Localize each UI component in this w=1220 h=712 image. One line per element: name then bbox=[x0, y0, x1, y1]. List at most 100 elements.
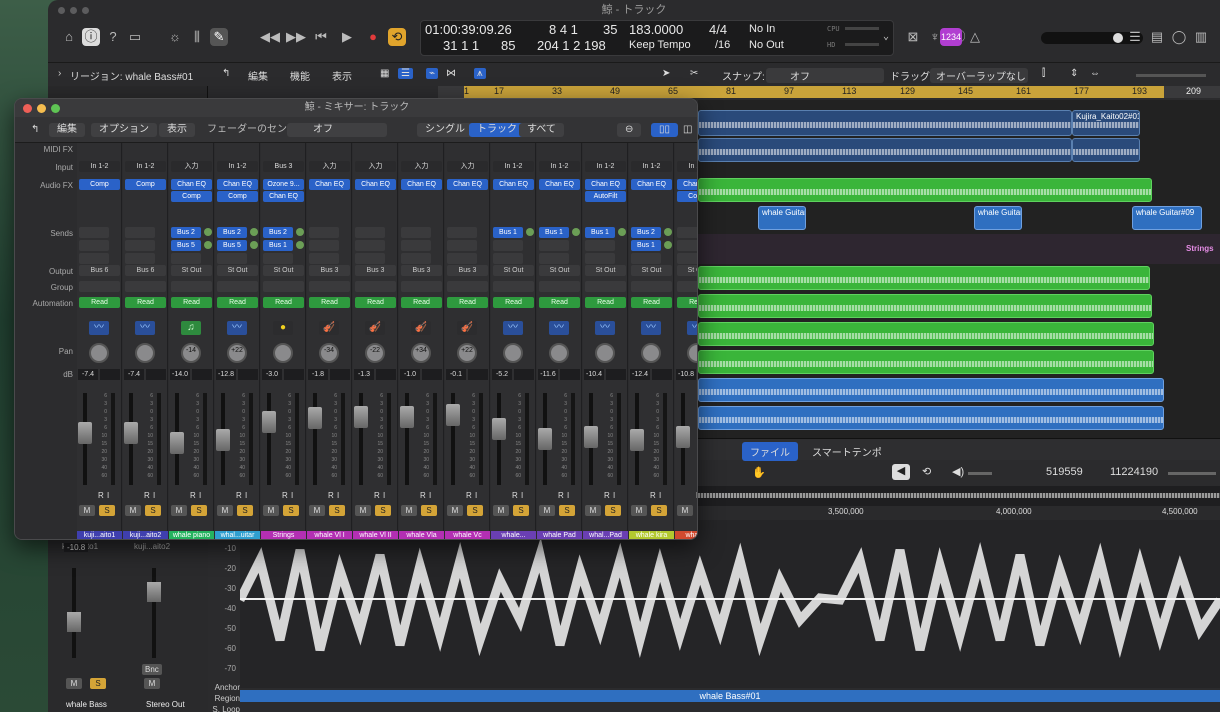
volume-fader[interactable] bbox=[170, 393, 184, 485]
audio-fx-slot[interactable]: Chan EQ bbox=[493, 179, 534, 190]
audio-fx-slot[interactable]: Chan EQ bbox=[631, 179, 672, 190]
pan-knob[interactable] bbox=[595, 343, 615, 363]
window-minimize-button[interactable] bbox=[37, 104, 46, 113]
automation-mode[interactable]: Read bbox=[401, 297, 442, 308]
volume-fader[interactable] bbox=[492, 393, 506, 485]
empty-send-slot[interactable] bbox=[309, 227, 339, 238]
mute-button[interactable]: M bbox=[677, 505, 693, 516]
volume-fader[interactable] bbox=[400, 393, 414, 485]
input-slot[interactable]: In 1-2 bbox=[631, 161, 672, 172]
volume-icon[interactable]: ◀) bbox=[952, 465, 964, 478]
smart-controls-icon[interactable]: ☼ bbox=[166, 28, 184, 46]
track-name[interactable]: whale... bbox=[491, 531, 536, 539]
volume-fader[interactable] bbox=[354, 393, 368, 485]
audio-fx-slot[interactable]: Chan EQ bbox=[263, 191, 304, 202]
pan-knob[interactable] bbox=[503, 343, 523, 363]
audio-fx-slot[interactable]: Comp bbox=[677, 191, 697, 202]
solo-button[interactable]: S bbox=[559, 505, 575, 516]
fader-cap[interactable] bbox=[400, 406, 414, 428]
toolbar-icon[interactable]: ▭ bbox=[126, 28, 144, 46]
input-slot[interactable]: 入力 bbox=[171, 161, 212, 172]
audio-region[interactable] bbox=[698, 406, 1164, 430]
peak-readout[interactable] bbox=[376, 369, 396, 380]
empty-send-slot[interactable] bbox=[447, 253, 477, 264]
volume-readout[interactable]: -0.1 bbox=[446, 369, 466, 380]
audio-fx-slot[interactable]: Comp bbox=[125, 179, 166, 190]
group-slot[interactable] bbox=[125, 281, 166, 292]
send-level-knob[interactable] bbox=[526, 228, 534, 236]
output-slot[interactable]: Bus 3 bbox=[309, 265, 350, 276]
audio-fx-slot[interactable]: Comp bbox=[79, 179, 120, 190]
forward-button[interactable]: ▶▶ bbox=[286, 28, 306, 46]
input-monitor-button[interactable]: I bbox=[659, 491, 661, 500]
input-slot[interactable]: 入力 bbox=[355, 161, 396, 172]
back-icon[interactable]: ↰ bbox=[222, 68, 230, 79]
solo-button[interactable]: S bbox=[697, 505, 698, 516]
peak-readout[interactable] bbox=[192, 369, 212, 380]
empty-send-slot[interactable] bbox=[217, 253, 247, 264]
track-name[interactable]: whale... bbox=[675, 531, 697, 539]
track-name[interactable]: whal...Pad bbox=[583, 531, 628, 539]
library-icon[interactable]: ⌂ bbox=[60, 28, 78, 46]
menu-edit[interactable]: 編集 bbox=[248, 68, 268, 83]
editors-icon[interactable]: ✎ bbox=[210, 28, 228, 46]
group-slot[interactable] bbox=[401, 281, 442, 292]
record-enable-button[interactable]: R bbox=[374, 491, 380, 500]
input-slot[interactable]: Bus 3 bbox=[263, 161, 304, 172]
fader-cap[interactable] bbox=[216, 429, 230, 451]
empty-send-slot[interactable] bbox=[309, 240, 339, 251]
volume-readout[interactable]: -10.4 bbox=[584, 369, 604, 380]
send-level-knob[interactable] bbox=[572, 228, 580, 236]
input-monitor-button[interactable]: I bbox=[107, 491, 109, 500]
bounce-button[interactable]: Bnc bbox=[142, 664, 162, 675]
pan-knob[interactable] bbox=[273, 343, 293, 363]
input-slot[interactable]: In 1-2 bbox=[79, 161, 120, 172]
audio-fx-slot[interactable]: Ozone 9... bbox=[263, 179, 304, 190]
fader-cap[interactable] bbox=[308, 407, 322, 429]
audio-region[interactable]: whale Guitar#09 bbox=[1132, 206, 1202, 230]
output-slot[interactable]: Bus 3 bbox=[355, 265, 396, 276]
chevron-right-icon[interactable]: › bbox=[58, 68, 61, 79]
mute-button[interactable]: M bbox=[631, 505, 647, 516]
empty-send-slot[interactable] bbox=[677, 253, 697, 264]
group-slot[interactable] bbox=[447, 281, 488, 292]
peak-readout[interactable] bbox=[514, 369, 534, 380]
list-editors-icon[interactable]: ⊠ bbox=[904, 28, 922, 46]
audio-region[interactable] bbox=[698, 266, 1150, 290]
empty-send-slot[interactable] bbox=[263, 253, 293, 264]
browser-icon[interactable]: ▥ bbox=[1192, 28, 1210, 46]
empty-send-slot[interactable] bbox=[79, 253, 109, 264]
list-icon[interactable]: ☰ bbox=[1126, 28, 1144, 46]
send-level-knob[interactable] bbox=[204, 228, 212, 236]
peak-readout[interactable] bbox=[146, 369, 166, 380]
volume-fader[interactable] bbox=[538, 393, 552, 485]
send-level-knob[interactable] bbox=[296, 228, 304, 236]
mute-button[interactable]: M bbox=[309, 505, 325, 516]
tracks-area[interactable]: Kujira_Kaito02#01 whale Guitar whale Gui… bbox=[698, 100, 1220, 438]
record-enable-button[interactable]: R bbox=[328, 491, 334, 500]
peak-readout[interactable] bbox=[652, 369, 672, 380]
empty-send-slot[interactable] bbox=[493, 253, 523, 264]
mute-button[interactable]: M bbox=[493, 505, 509, 516]
input-monitor-button[interactable]: I bbox=[567, 491, 569, 500]
input-monitor-button[interactable]: I bbox=[291, 491, 293, 500]
hand-tool-icon[interactable]: ✋ bbox=[752, 466, 766, 479]
strip-view-icon[interactable]: ▯▯ bbox=[651, 123, 679, 137]
catch-icon[interactable]: ⩚ bbox=[474, 68, 486, 79]
empty-send-slot[interactable] bbox=[79, 227, 109, 238]
automation-mode[interactable]: Read bbox=[677, 297, 697, 308]
record-enable-button[interactable]: R bbox=[512, 491, 518, 500]
mute-button[interactable]: M bbox=[447, 505, 463, 516]
send-slot[interactable]: Bus 5 bbox=[217, 240, 247, 251]
volume-fader[interactable] bbox=[262, 393, 276, 485]
fader-cap[interactable] bbox=[354, 406, 368, 428]
send-slot[interactable]: Bus 2 bbox=[631, 227, 661, 238]
send-level-knob[interactable] bbox=[296, 241, 304, 249]
vertical-zoom-icon[interactable]: ⇕ bbox=[1070, 68, 1078, 79]
audio-fx-slot[interactable]: Chan EQ bbox=[171, 179, 212, 190]
input-monitor-button[interactable]: I bbox=[245, 491, 247, 500]
fader-cap[interactable] bbox=[170, 432, 184, 454]
solo-button[interactable]: S bbox=[145, 505, 161, 516]
input-monitor-button[interactable]: I bbox=[475, 491, 477, 500]
fader-cap[interactable] bbox=[676, 426, 690, 448]
